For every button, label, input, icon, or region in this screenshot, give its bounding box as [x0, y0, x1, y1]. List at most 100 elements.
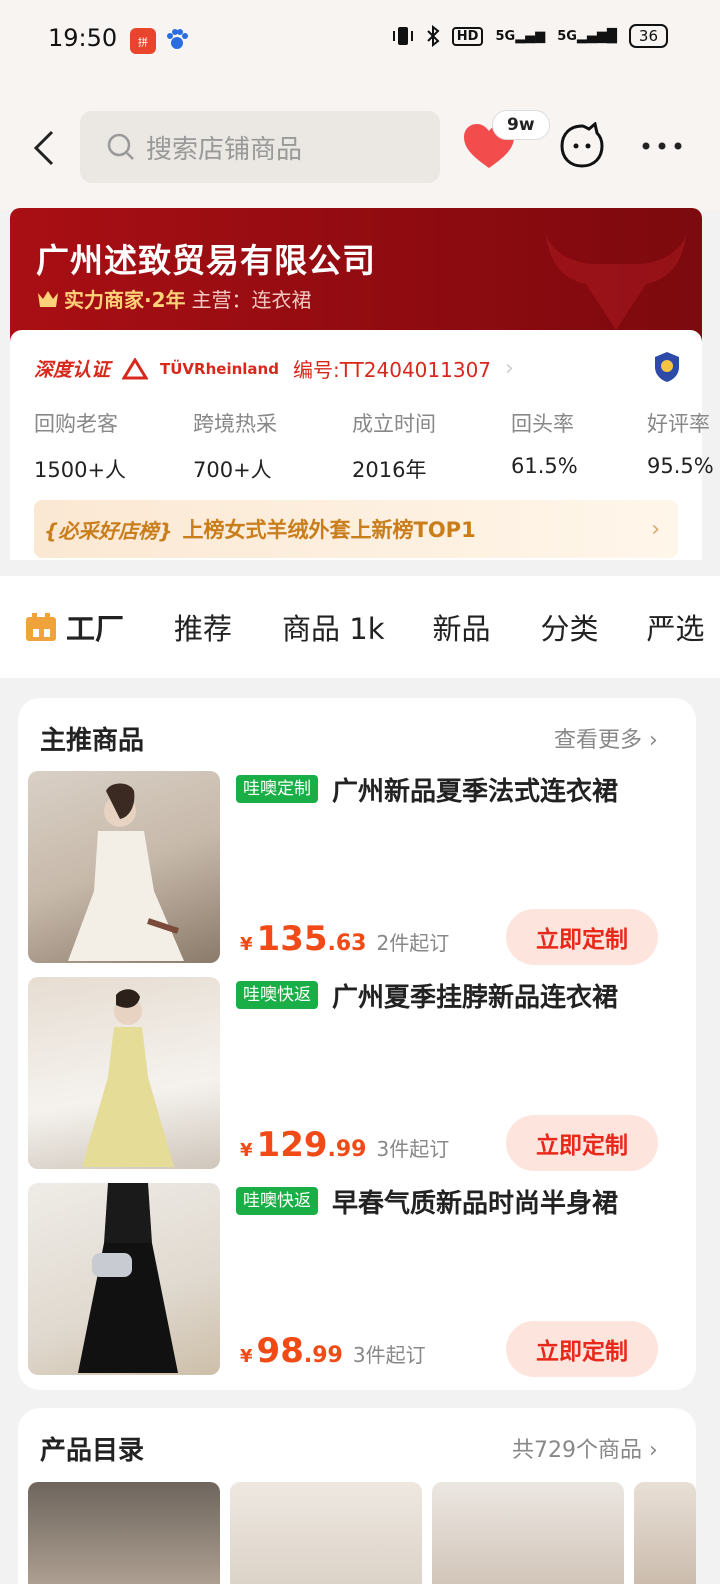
signal-2-icon: 5G▂▄▆█ [557, 28, 617, 44]
catalog-count-link[interactable]: 共729个商品 › [512, 1432, 658, 1464]
catalog-count: 共729个商品 [512, 1438, 642, 1463]
stat-repurchase: 回购老客 1500+人 [34, 408, 193, 484]
product-price: ¥ 98 .99 3件起订 [240, 1331, 426, 1371]
featured-more-link[interactable]: 查看更多 › [554, 722, 658, 754]
customize-button[interactable]: 立即定制 [506, 909, 658, 965]
product-tag: 哇噢快返 [236, 981, 318, 1009]
signal-1-icon: 5G▂▄▆ [495, 28, 546, 44]
price-decimal: .99 [303, 1343, 343, 1368]
product-tag: 哇噢定制 [236, 775, 318, 803]
dress-figure-icon [68, 783, 184, 961]
shop-tabs: 工厂 推荐 商品 1k 新品 分类 严选 [0, 576, 720, 678]
more-icon[interactable] [640, 136, 684, 156]
min-order-qty: 3件起订 [352, 1343, 426, 1367]
back-icon[interactable] [30, 130, 60, 166]
signal-2-label: 5G [557, 28, 577, 44]
tuv-label: TÜVRheinland [160, 359, 279, 378]
min-order-qty: 2件起订 [376, 931, 450, 955]
skirt-figure-icon [78, 1183, 178, 1373]
search-placeholder: 搜索店铺商品 [146, 134, 303, 165]
stat-value: 95.5% [647, 454, 714, 478]
product-price: ¥ 129 .99 3件起订 [240, 1125, 449, 1165]
product-price: ¥ 135 .63 2件起订 [240, 919, 449, 959]
product-image[interactable] [28, 1183, 220, 1375]
stat-label: 回购老客 [34, 412, 118, 436]
price-decimal: .63 [327, 931, 367, 956]
stat-value: 61.5% [511, 454, 578, 478]
customize-button[interactable]: 立即定制 [506, 1115, 658, 1171]
tab-products[interactable]: 商品 1k [282, 606, 384, 648]
product-card[interactable]: 哇噢快返 早春气质新品时尚半身裙 ¥ 98 .99 3件起订 立即定制 [28, 1183, 698, 1377]
deep-certification-label: 深度认证 [34, 359, 111, 381]
chevron-right-icon: › [642, 728, 658, 753]
stat-label: 跨境热采 [193, 412, 277, 436]
shop-level: 实力商家·2年 [64, 288, 186, 312]
bull-logo-icon [546, 236, 686, 330]
currency-symbol: ¥ [240, 1346, 253, 1367]
stat-label: 成立时间 [352, 412, 436, 436]
stat-positive-rate: 好评率 95.5% [647, 408, 720, 484]
ranking-banner[interactable]: {必采好店榜} 上榜女式羊绒外套上新榜TOP1 › [34, 500, 678, 558]
catalog-thumbnail[interactable] [28, 1482, 220, 1584]
shop-level-row: 实力商家·2年 主营：连衣裙 [36, 284, 312, 313]
currency-symbol: ¥ [240, 1140, 253, 1161]
product-title: 早春气质新品时尚半身裙 [332, 1189, 619, 1219]
customize-button[interactable]: 立即定制 [506, 1321, 658, 1377]
product-card[interactable]: 哇噢快返 广州夏季挂脖新品连衣裙 ¥ 129 .99 3件起订 立即定制 [28, 977, 698, 1171]
product-card[interactable]: 哇噢定制 广州新品夏季法式连衣裙 ¥ 135 .63 2件起订 立即定制 [28, 771, 698, 965]
ranking-badge: {必采好店榜} [44, 518, 173, 543]
price-integer: 98 [256, 1331, 304, 1371]
tab-factory[interactable]: 工厂 [24, 606, 124, 648]
price-integer: 129 [256, 1125, 328, 1165]
stat-value: 700+人 [193, 458, 272, 482]
baidu-app-icon [166, 28, 188, 52]
search-icon [107, 133, 134, 160]
tab-selected[interactable]: 严选 [647, 606, 705, 648]
stat-established: 成立时间 2016年 [352, 408, 511, 484]
chevron-right-icon: › [505, 356, 514, 381]
pinduoduo-app-icon: 拼 [130, 28, 156, 54]
catalog-thumbnail[interactable] [230, 1482, 422, 1584]
certification-row[interactable]: 深度认证 TÜVRheinland 编号:TT2404011307 › [34, 354, 514, 383]
shop-stats: 回购老客 1500+人 跨境热采 700+人 成立时间 2016年 回头率 61… [34, 408, 720, 484]
search-input[interactable]: 搜索店铺商品 [80, 111, 440, 183]
stat-return-rate: 回头率 61.5% [511, 408, 647, 484]
stat-cross-border: 跨境热采 700+人 [193, 408, 352, 484]
stat-value: 2016年 [352, 458, 427, 482]
favorite-count-badge: 9w [492, 110, 550, 140]
chevron-right-icon: › [642, 1438, 658, 1463]
featured-more-label: 查看更多 [554, 728, 643, 753]
product-image[interactable] [28, 977, 220, 1169]
product-image[interactable] [28, 771, 220, 963]
vibrate-icon [392, 27, 413, 45]
min-order-qty: 3件起订 [376, 1137, 450, 1161]
product-tag: 哇噢快返 [236, 1187, 318, 1215]
product-title: 广州夏季挂脖新品连衣裙 [332, 983, 619, 1013]
shop-name: 广州述致贸易有限公司 [36, 241, 376, 280]
product-title: 广州新品夏季法式连衣裙 [332, 777, 619, 807]
police-badge-icon[interactable] [652, 350, 682, 384]
price-decimal: .99 [327, 1137, 367, 1162]
ranking-badge-label: 必采好店榜 [58, 518, 159, 543]
tab-recommend[interactable]: 推荐 [174, 606, 232, 648]
catalog-title: 产品目录 [40, 1436, 145, 1466]
factory-icon [26, 613, 56, 641]
featured-title: 主推商品 [40, 726, 145, 756]
catalog-thumbnail[interactable] [432, 1482, 624, 1584]
crown-icon [38, 290, 58, 307]
ranking-text: 上榜女式羊绒外套上新榜TOP1 [182, 518, 476, 542]
chevron-right-icon: › [651, 516, 660, 542]
bluetooth-icon [427, 25, 440, 47]
tuv-logo-icon [122, 357, 149, 379]
tab-new[interactable]: 新品 [433, 606, 491, 648]
signal-1-label: 5G [495, 28, 516, 44]
catalog-thumbnail[interactable] [634, 1482, 696, 1584]
shop-main-business: 主营：连衣裙 [191, 288, 312, 312]
status-time: 19:50 [48, 24, 118, 52]
tab-label: 工厂 [66, 612, 125, 646]
chat-bot-icon[interactable] [558, 122, 606, 170]
tab-category[interactable]: 分类 [541, 606, 599, 648]
status-indicators: HD 5G▂▄▆ 5G▂▄▆█ 36 [392, 24, 668, 48]
hd-indicator: HD [451, 26, 484, 46]
price-integer: 135 [256, 919, 328, 959]
